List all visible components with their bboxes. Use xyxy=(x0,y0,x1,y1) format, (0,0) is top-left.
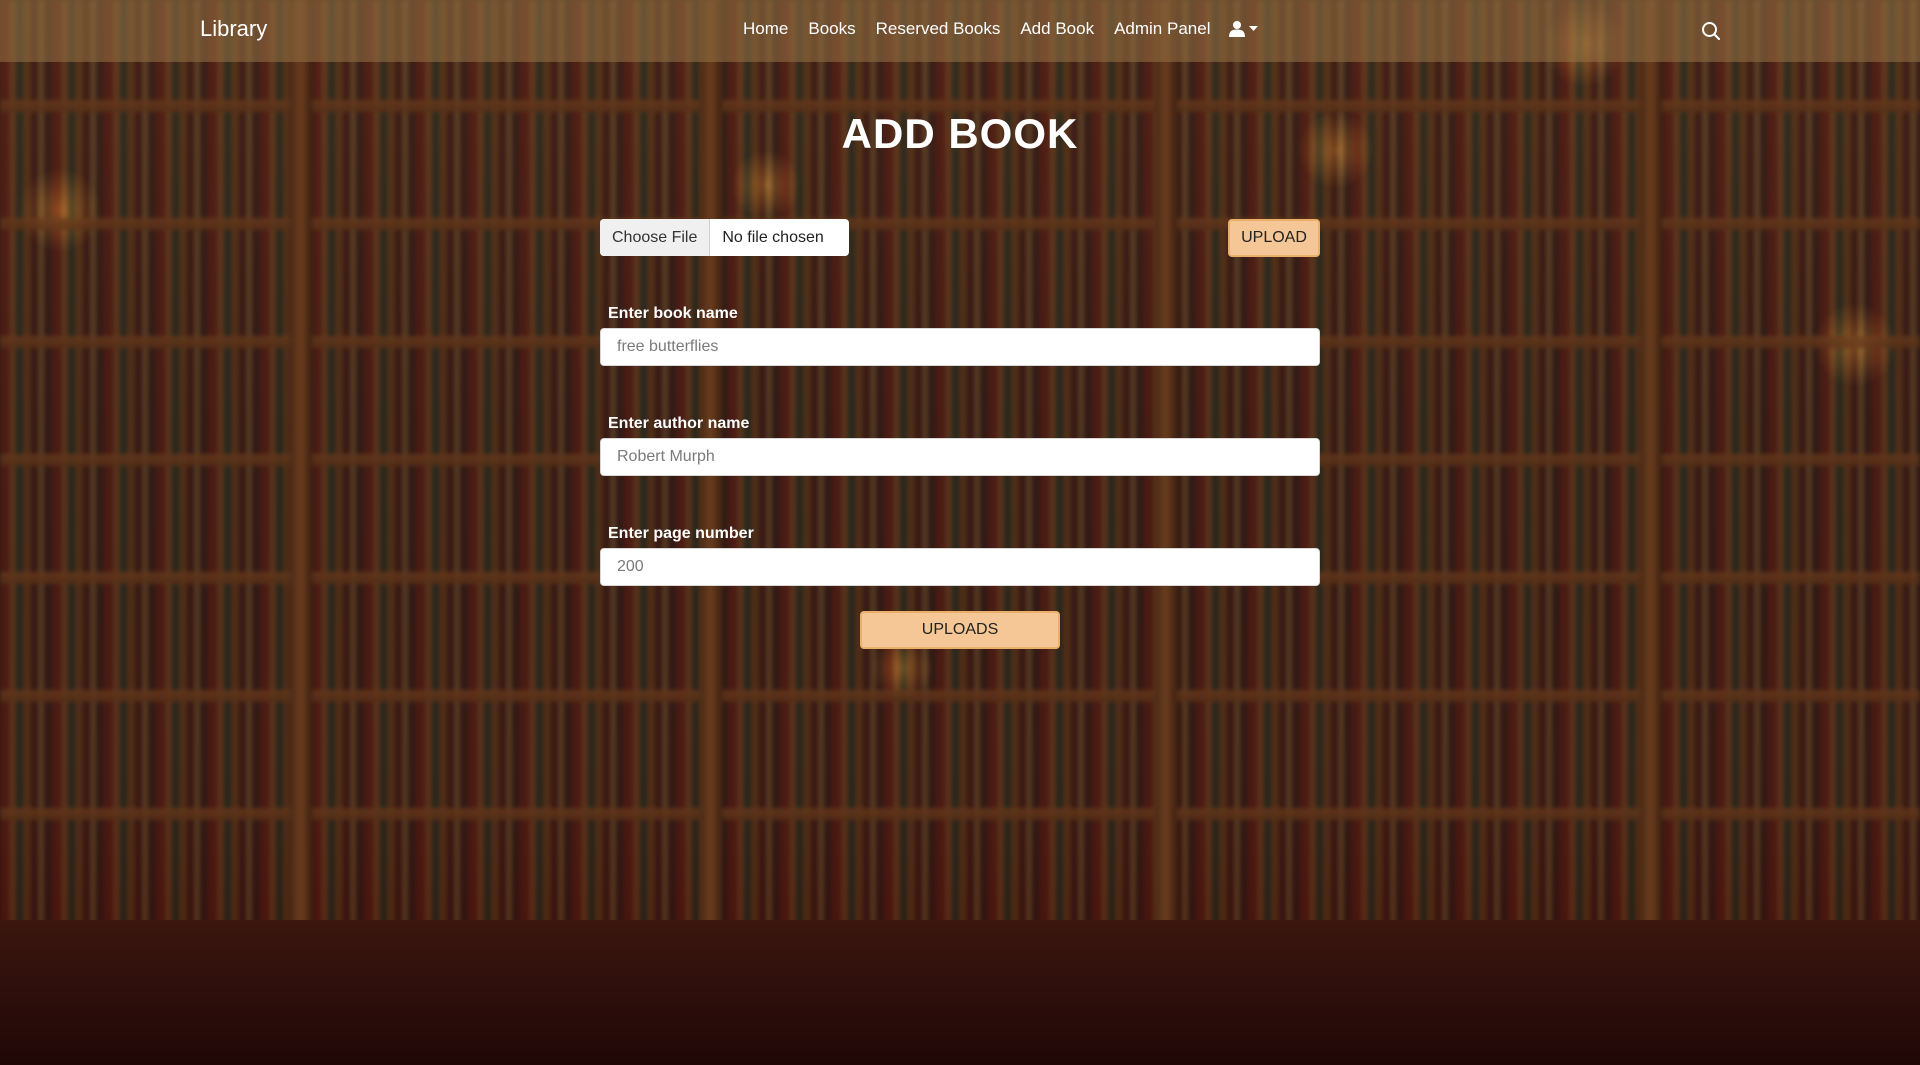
nav-links: Home Books Reserved Books Add Book Admin… xyxy=(743,19,1230,39)
library-background xyxy=(0,0,1920,1065)
nav-home-link[interactable]: Home xyxy=(743,19,788,39)
book-name-input[interactable] xyxy=(600,328,1320,366)
author-name-input[interactable] xyxy=(600,438,1320,476)
file-status-text: No file chosen xyxy=(722,228,824,246)
file-input[interactable]: Choose File No file chosen xyxy=(600,219,849,256)
nav-books-link[interactable]: Books xyxy=(808,19,855,39)
page-number-input[interactable] xyxy=(600,548,1320,586)
search-icon xyxy=(1702,22,1721,41)
search-button[interactable] xyxy=(1700,20,1722,42)
user-icon xyxy=(1229,21,1245,37)
nav-admin-panel-link[interactable]: Admin Panel xyxy=(1114,19,1210,39)
author-name-label: Enter author name xyxy=(608,415,750,432)
choose-file-button[interactable]: Choose File xyxy=(600,219,711,256)
nav-add-book-link[interactable]: Add Book xyxy=(1020,19,1094,39)
top-navbar: Library Home Books Reserved Books Add Bo… xyxy=(0,0,1920,62)
nav-reserved-books-link[interactable]: Reserved Books xyxy=(876,19,1001,39)
upload-button[interactable]: UPLOAD xyxy=(1228,219,1320,257)
submit-uploads-button[interactable]: UPLOADS xyxy=(860,611,1060,649)
user-menu-toggle[interactable] xyxy=(1229,20,1258,37)
page-title: ADD BOOK xyxy=(841,110,1079,157)
caret-down-icon xyxy=(1249,25,1258,31)
brand-link[interactable]: Library xyxy=(200,16,267,42)
page-number-label: Enter page number xyxy=(608,525,754,542)
floor-background xyxy=(0,920,1920,1065)
book-name-label: Enter book name xyxy=(608,305,738,322)
